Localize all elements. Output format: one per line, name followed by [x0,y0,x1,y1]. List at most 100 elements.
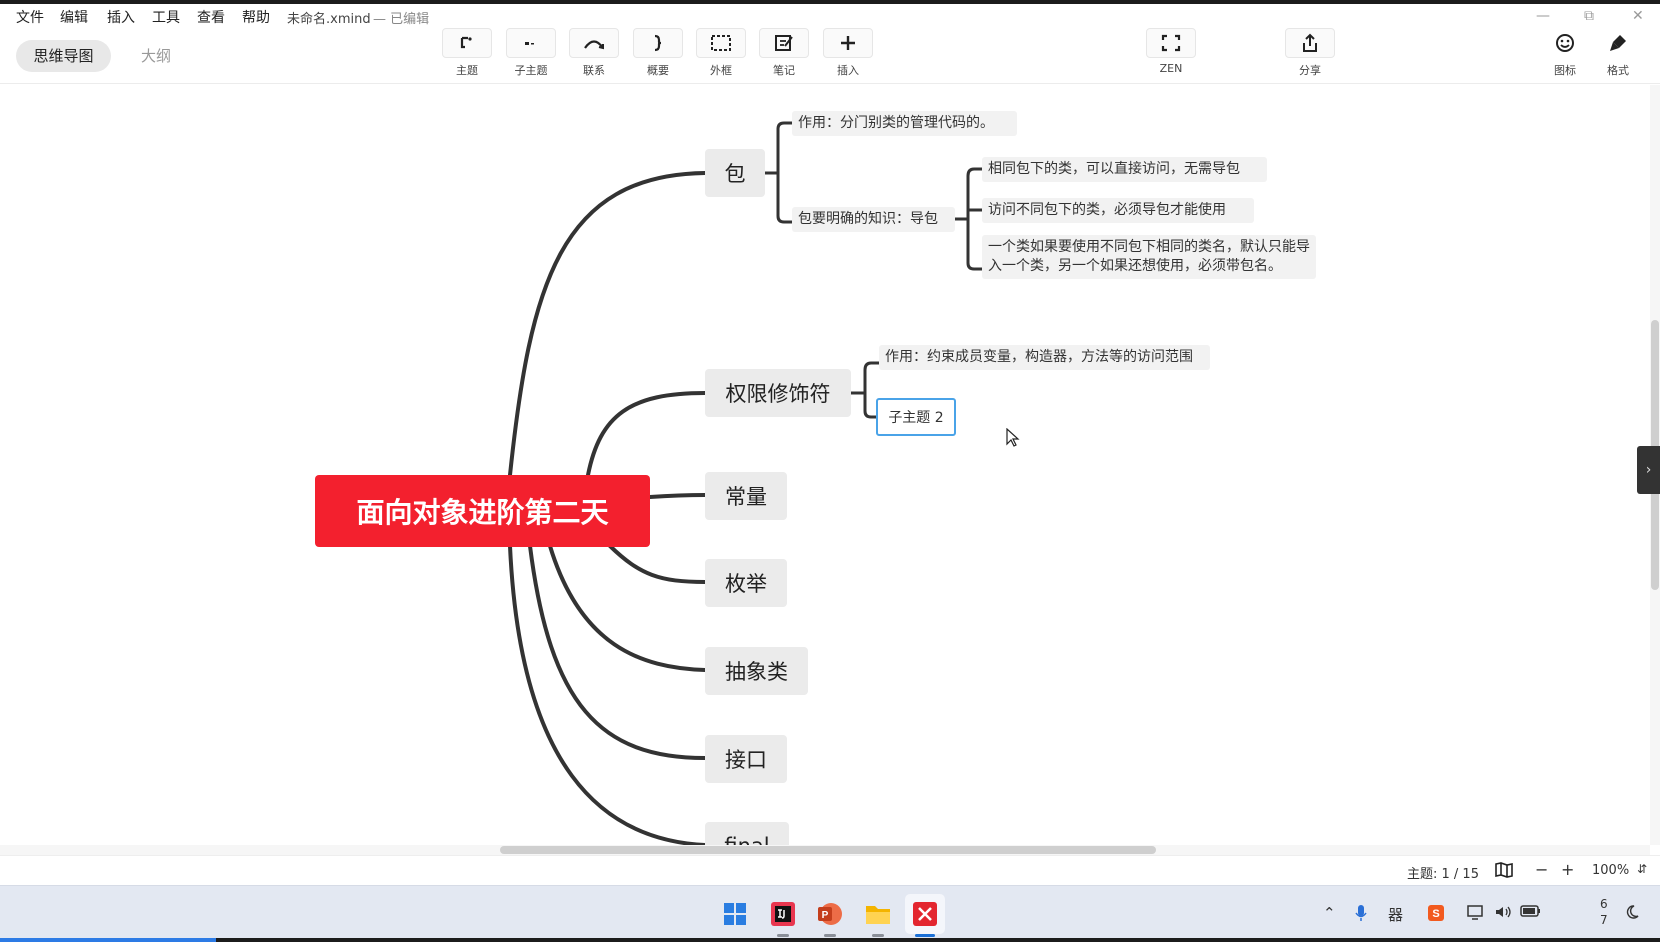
share-label: 分享 [1299,64,1321,77]
windows-start-button[interactable] [715,894,755,934]
branch-lines [508,121,982,845]
subtopic-2-selected[interactable]: 子主题 2 [876,398,956,436]
taskbar-xmind[interactable] [905,894,945,937]
tray-overflow-icon[interactable]: ⌃ [1323,904,1336,922]
subtopic-same-package[interactable]: 相同包下的类，可以直接访问，无需导包 [982,157,1267,182]
bottom-edge [0,938,1660,942]
topic-icon [460,36,472,49]
bottom-progress-strip [0,938,216,942]
document-title: 未命名.xmind [287,12,371,27]
fullscreen-icon [1161,34,1181,52]
subtopic-label: 子主题 [514,64,548,77]
brush-icon [1610,35,1626,51]
subtopic-package-purpose[interactable]: 作用：分门别类的管理代码的。 [792,111,1017,136]
summary-label: 概要 [647,64,669,77]
topic-label: 主题 [456,64,478,77]
summary-button[interactable]: 概要 [632,28,684,78]
network-icon[interactable] [1467,904,1485,924]
menu-view[interactable]: 查看 [197,7,225,27]
clock-line-2: 7 [1600,913,1608,927]
topic-abstract-class[interactable]: 抽象类 [705,647,808,695]
icons-button[interactable]: 图标 [1539,28,1591,78]
topic-constant[interactable]: 常量 [705,472,787,520]
subtopic-modifier-purpose[interactable]: 作用：约束成员变量，构造器，方法等的访问范围 [879,345,1210,370]
document-status: — 已编辑 [373,12,430,27]
taskbar-intellij[interactable] [763,894,803,937]
intellij-icon [771,902,795,926]
folder-icon [866,906,890,924]
subtopic-button[interactable]: 子主题 [505,28,557,78]
boundary-button[interactable]: 外框 [695,28,747,78]
topic-enum[interactable]: 枚举 [705,559,787,607]
taskbar-file-explorer[interactable] [858,894,898,937]
boundary-icon [711,35,731,51]
central-topic[interactable]: 面向对象进阶第二天 [315,475,650,547]
branch-to-modifier [586,391,707,477]
insert-button[interactable]: 插入 [822,28,874,78]
volume-icon[interactable] [1494,904,1512,924]
taskbar-powerpoint[interactable]: P [810,894,850,937]
menu-file[interactable]: 文件 [16,7,44,27]
subtopic-same-classname[interactable]: 一个类如果要使用不同包下相同的类名，默认只能导入一个类，另一个如果还想使用，必须… [982,235,1316,279]
menu-bar: 文件 编辑 插入 工具 查看 帮助 未命名.xmind — 已编辑 — ⧉ ✕ [0,4,1660,28]
plus-icon [841,36,855,50]
zoom-level[interactable]: 100% [1592,863,1629,878]
sogou-icon[interactable]: S [1427,904,1445,926]
xmind-window: 文件 编辑 插入 工具 查看 帮助 未命名.xmind — 已编辑 — ⧉ ✕ … [0,0,1660,942]
subtopic-import-knowledge[interactable]: 包要明确的知识：导包 [792,207,955,232]
branch-to-abstract [548,544,707,672]
minimize-icon[interactable]: — [1536,8,1550,24]
topic-interface[interactable]: 接口 [705,735,787,783]
zen-label: ZEN [1159,62,1183,75]
moon-icon[interactable] [1624,904,1640,924]
topic-count: 主题: 1 / 15 [1407,867,1479,882]
input-method-icon[interactable]: 器 [1388,904,1403,925]
explorer-running-indicator [872,934,884,937]
format-button[interactable]: 格式 [1592,28,1644,78]
topic-final[interactable]: final [705,822,789,845]
note-icon [775,35,793,51]
icons-label: 图标 [1554,64,1576,77]
map-book-icon[interactable] [1494,861,1514,883]
tab-outline[interactable]: 大纲 [126,40,186,72]
topic-access-modifier[interactable]: 权限修饰符 [705,369,851,417]
horizontal-scrollbar[interactable] [0,845,1650,855]
menu-tools[interactable]: 工具 [152,7,180,27]
side-panel-toggle[interactable]: › [1637,446,1660,494]
powerpoint-running-indicator [824,934,836,937]
smiley-icon [1556,34,1574,52]
branch-to-final [508,544,707,845]
close-icon[interactable]: ✕ [1632,8,1644,24]
topic-package[interactable]: 包 [705,149,765,197]
subtopic-different-package[interactable]: 访问不同包下的类，必须导包才能使用 [982,198,1254,223]
horizontal-scroll-thumb[interactable] [500,846,1156,854]
system-clock[interactable]: 6 7 [1600,896,1608,928]
share-button[interactable]: 分享 [1284,28,1336,78]
zoom-in-icon[interactable]: + [1561,860,1574,879]
zoom-out-icon[interactable]: − [1535,860,1548,879]
mouse-cursor-icon [1006,428,1020,447]
intellij-running-indicator [777,934,789,937]
topic-button[interactable]: 主题 [441,28,493,78]
menu-edit[interactable]: 编辑 [60,7,88,27]
tab-mindmap[interactable]: 思维导图 [16,40,111,72]
menu-help[interactable]: 帮助 [242,7,270,27]
subtopic-icon [525,42,534,45]
microphone-icon[interactable] [1354,904,1368,926]
xmind-icon [913,902,937,926]
windows-logo-icon [724,903,746,925]
zoom-stepper-icon[interactable]: ⇵ [1637,862,1647,876]
svg-text:P: P [822,910,829,921]
relationship-button[interactable]: 联系 [568,28,620,78]
zen-button[interactable]: ZEN [1145,28,1197,75]
mindmap-canvas[interactable]: 面向对象进阶第二天 包 权限修饰符 常量 枚举 抽象类 接口 final 作用：… [0,85,1650,845]
bracket-package [776,121,792,224]
xmind-active-indicator [915,934,935,937]
battery-icon[interactable] [1520,904,1542,922]
note-label: 笔记 [773,64,795,77]
menu-insert[interactable]: 插入 [107,7,135,27]
restore-icon[interactable]: ⧉ [1584,8,1594,24]
relationship-label: 联系 [583,64,605,77]
note-button[interactable]: 笔记 [758,28,810,78]
clock-line-1: 6 [1600,897,1608,911]
